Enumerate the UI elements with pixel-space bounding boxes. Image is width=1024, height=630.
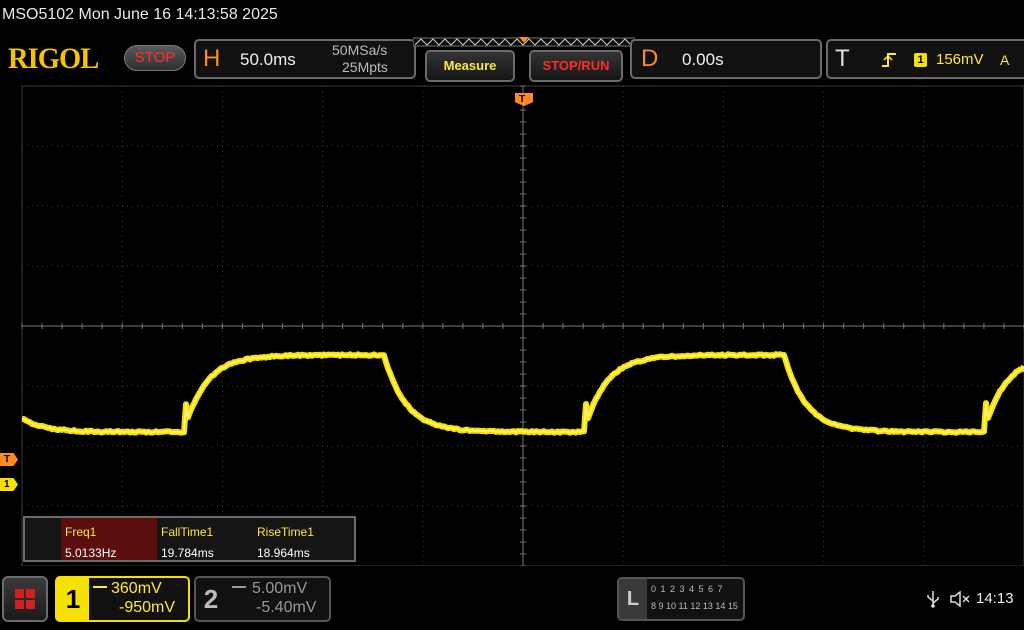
delay-panel[interactable]: D 0.00s	[630, 39, 822, 79]
logic-analyzer-panel[interactable]: L 0 1 2 3 4 5 6 7 8 9 10 11 12 13 14 15	[617, 577, 745, 621]
measurement-label: FallTime1	[161, 525, 213, 539]
channel-1-panel[interactable]: 1 360mV -950mV	[55, 576, 190, 622]
channel-2-number: 2	[196, 578, 226, 620]
measurement-label: Freq1	[65, 525, 96, 539]
run-state-badge[interactable]: STOP	[124, 45, 186, 71]
channel-1-scale: 360mV	[111, 580, 162, 598]
status-clock: 14:13	[976, 590, 1014, 607]
logic-channels-row-1: 0 1 2 3 4 5 6 7	[651, 584, 724, 594]
measurement-panel[interactable]: Freq1 5.0133Hz FallTime1 19.784ms RiseTi…	[23, 516, 356, 562]
channel-1-number: 1	[57, 578, 89, 620]
channel-1-offset: -950mV	[119, 599, 175, 617]
window-title: MSO5102 Mon June 16 14:13:58 2025	[2, 6, 278, 24]
logic-channels-row-2: 8 9 10 11 12 13 14 15	[651, 601, 738, 611]
memory-position-bar	[413, 37, 635, 47]
measure-button[interactable]: Measure	[425, 50, 515, 82]
main-menu-button[interactable]	[2, 576, 48, 622]
trigger-letter: T	[835, 45, 850, 73]
measurement-value: 18.964ms	[257, 546, 310, 560]
horizontal-letter: H	[203, 45, 220, 73]
measurement-value: 5.0133Hz	[65, 546, 116, 560]
delay-letter: D	[641, 45, 658, 73]
horizontal-panel[interactable]: H 50.0ms 50MSa/s 25Mpts	[194, 39, 416, 79]
graticule-grid	[22, 86, 1024, 566]
rigol-logo: RIGOL	[8, 42, 98, 76]
bottom-bar: 1 360mV -950mV 2 5.00mV -5.40mV L 0 1 2 …	[0, 568, 1024, 630]
rising-edge-icon	[881, 51, 897, 69]
menu-grid-icon	[15, 589, 24, 598]
title-bar: MSO5102 Mon June 16 14:13:58 2025	[0, 0, 1024, 34]
waveform-display[interactable]	[0, 84, 1024, 566]
delay-value: 0.00s	[682, 50, 724, 70]
top-toolbar: RIGOL STOP H 50.0ms 50MSa/s 25Mpts Measu…	[0, 34, 1024, 84]
dc-coupling-icon	[93, 586, 107, 592]
trigger-source: 1	[914, 53, 927, 67]
trigger-mode: A	[1000, 52, 1009, 68]
memory-depth: 25Mpts	[342, 59, 388, 75]
measurement-value: 19.784ms	[161, 546, 214, 560]
dc-coupling-icon	[232, 586, 246, 592]
trigger-level: 156mV	[936, 51, 984, 68]
sample-rate: 50MSa/s	[332, 43, 387, 57]
speaker-muted-icon[interactable]	[950, 590, 972, 608]
channel-2-panel[interactable]: 2 5.00mV -5.40mV	[194, 576, 331, 622]
timebase-value: 50.0ms	[240, 50, 296, 70]
channel-2-scale: 5.00mV	[252, 580, 307, 598]
channel-2-offset: -5.40mV	[256, 599, 316, 617]
logic-letter: L	[619, 579, 647, 619]
trigger-panel[interactable]: T 1 156mV A	[826, 39, 1024, 79]
stop-run-button[interactable]: STOP/RUN	[529, 50, 623, 82]
graticule[interactable]	[0, 84, 1024, 566]
usb-icon	[926, 590, 940, 608]
measurement-label: RiseTime1	[257, 525, 314, 539]
